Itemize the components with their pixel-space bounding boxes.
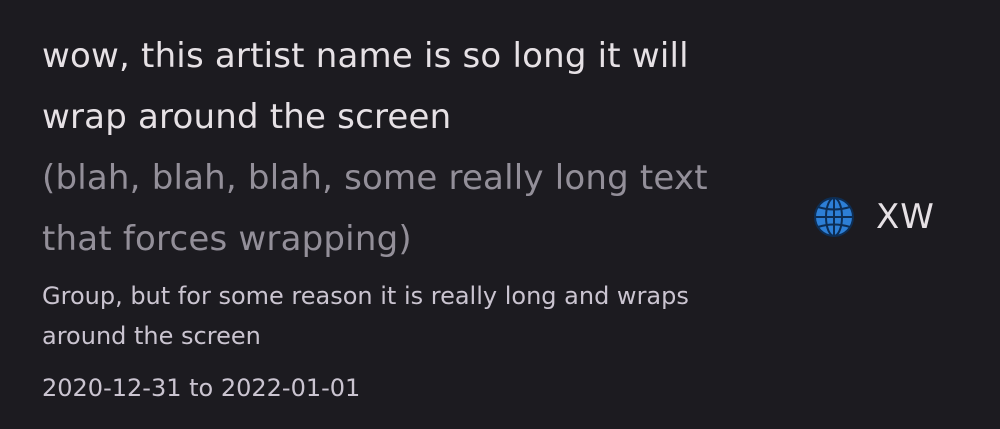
artist-lifespan-dates: 2020-12-31 to 2022-01-01 <box>42 374 361 402</box>
artist-disambiguation: (blah, blah, blah, some really long text… <box>42 158 708 259</box>
artist-text-column: wow, this artist name is so long it will… <box>42 26 782 408</box>
artist-name: wow, this artist name is so long it will… <box>42 36 689 137</box>
country-code: XW <box>876 197 935 237</box>
globe-icon <box>812 195 856 239</box>
artist-country: XW <box>812 190 935 244</box>
artist-list-item[interactable]: wow, this artist name is so long it will… <box>0 0 1000 429</box>
artist-type: Group, but for some reason it is really … <box>42 282 689 350</box>
